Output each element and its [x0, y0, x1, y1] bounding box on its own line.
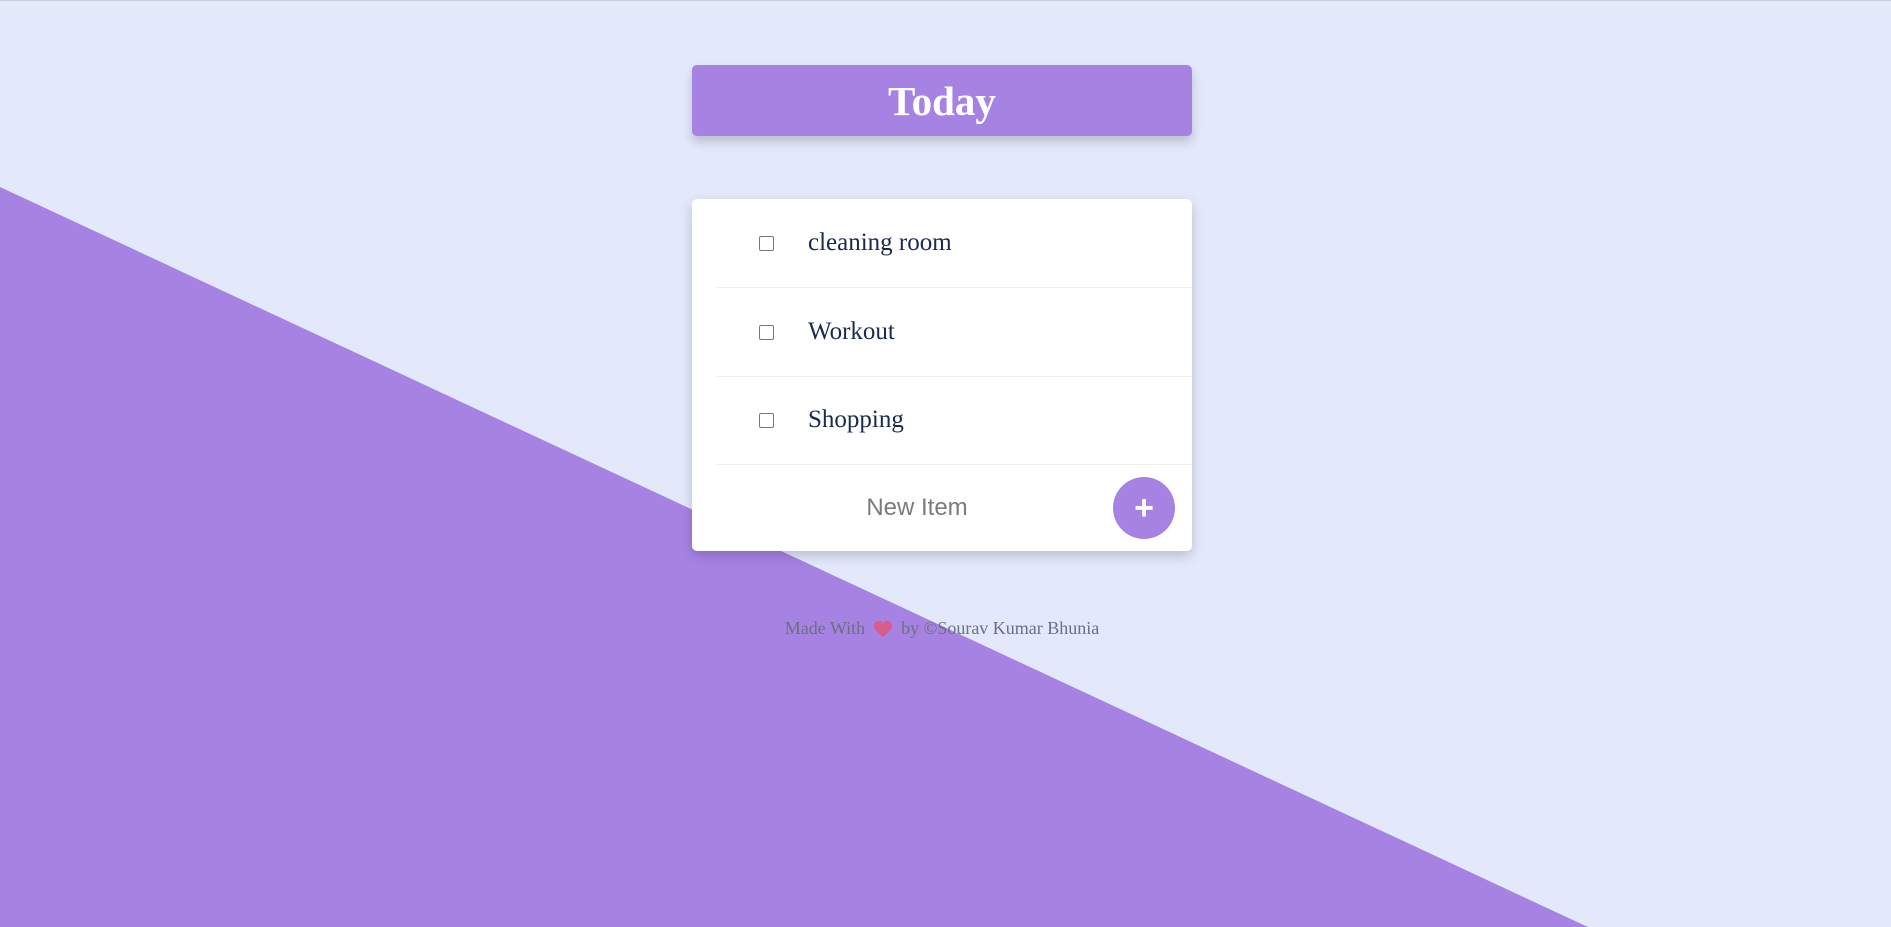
- new-item-form: +: [692, 464, 1192, 551]
- item-checkbox[interactable]: [759, 324, 774, 340]
- list-item: Shopping: [717, 376, 1192, 465]
- list-item: cleaning room: [717, 199, 1192, 288]
- footer: Made With by ©Sourav Kumar Bhunia: [692, 618, 1192, 639]
- title-banner: Today: [692, 65, 1192, 136]
- footer-prefix: Made With: [784, 618, 866, 638]
- list-item: Workout: [717, 288, 1192, 377]
- heart-icon: [874, 620, 893, 637]
- item-checkbox[interactable]: [759, 412, 774, 428]
- item-label: Shopping: [808, 406, 904, 433]
- add-item-button[interactable]: +: [1113, 477, 1175, 539]
- item-checkbox[interactable]: [759, 235, 774, 251]
- page-title: Today: [888, 77, 996, 124]
- item-label: Workout: [808, 318, 895, 345]
- new-item-input[interactable]: [810, 482, 1024, 534]
- item-label: cleaning room: [808, 229, 952, 256]
- footer-credit: by ©Sourav Kumar Bhunia: [901, 618, 1100, 638]
- todo-list-card: cleaning room Workout Shopping +: [692, 199, 1192, 551]
